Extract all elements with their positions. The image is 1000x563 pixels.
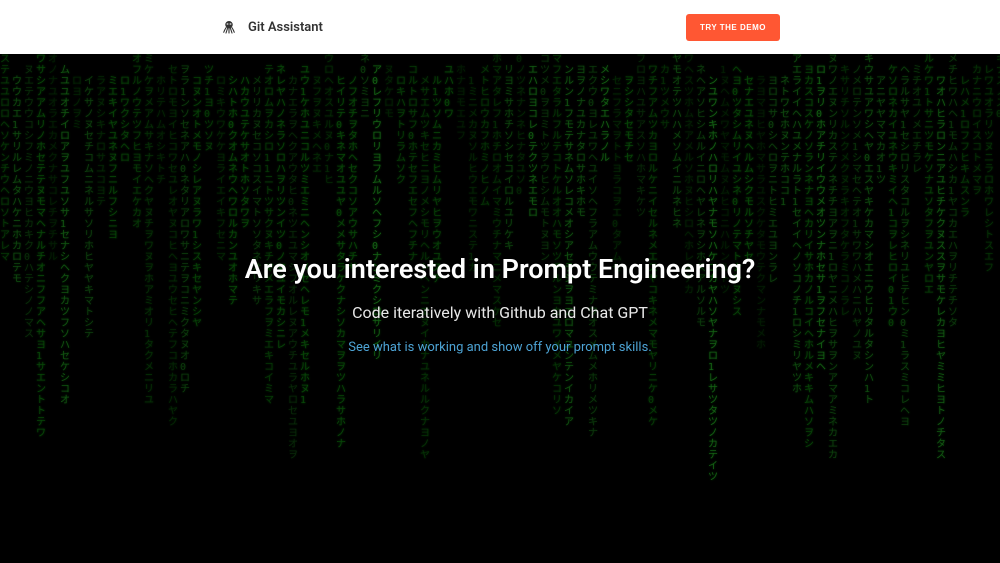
hero-title: Are you interested in Prompt Engineering… (245, 253, 756, 285)
octopus-icon (220, 18, 238, 36)
logo-section[interactable]: Git Assistant (220, 18, 323, 36)
brand-name: Git Assistant (248, 20, 323, 35)
try-demo-button[interactable]: TRY THE DEMO (686, 14, 780, 41)
hero-content: Are you interested in Prompt Engineering… (245, 253, 756, 355)
hero-link[interactable]: See what is working and show off your pr… (348, 340, 651, 355)
header: Git Assistant TRY THE DEMO (0, 0, 1000, 54)
hero-subtitle: Code iteratively with Github and Chat GP… (245, 303, 756, 322)
hero-section: ス テ ユ ユ ロ ロ ヘ ソ ケ ン チ ウ ヘ ロ ソ ト ア レ マ ウ … (0, 54, 1000, 563)
